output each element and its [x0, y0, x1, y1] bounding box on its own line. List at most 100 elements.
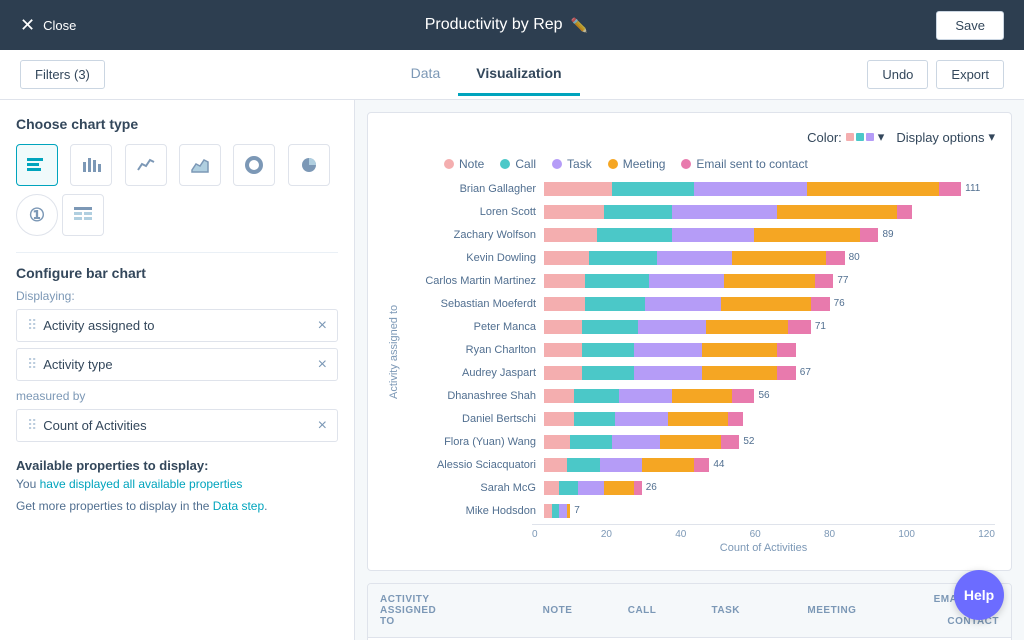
- close-label: Close: [43, 18, 76, 33]
- bar-chart-main: Activity assigned to Brian Gallagher111L…: [384, 179, 995, 524]
- available-desc-link[interactable]: have displayed all available properties: [40, 477, 243, 491]
- bar-segment: [544, 274, 585, 288]
- chart-type-grid: [16, 144, 338, 186]
- chart-type-pie[interactable]: [288, 144, 330, 186]
- legend-label-task: Task: [567, 157, 592, 171]
- legend-label-call: Call: [515, 157, 536, 171]
- bar-label: Alessio Sciacquatori: [404, 459, 544, 471]
- field-tag-left-3: ⠿ Count of Activities: [27, 417, 147, 434]
- field-tag-count[interactable]: ⠿ Count of Activities ×: [16, 409, 338, 442]
- bar-segment: [672, 205, 777, 219]
- bar-segment: [582, 320, 638, 334]
- chart-type-bar-vertical[interactable]: [70, 144, 112, 186]
- bar-segment: [544, 412, 574, 426]
- bar-segment: [544, 297, 585, 311]
- configure-bar-chart-title: Configure bar chart: [16, 265, 338, 281]
- bar-row: Sarah McG26: [404, 478, 995, 498]
- bar-row: Brian Gallagher111: [404, 179, 995, 199]
- tab-bar: Data Visualization: [393, 53, 580, 96]
- bar-track: 26: [544, 481, 995, 495]
- legend-dot-task: [552, 159, 562, 169]
- chart-type-number[interactable]: ①: [16, 194, 58, 236]
- bar-row: Audrey Jaspart67: [404, 363, 995, 383]
- displaying-label: Displaying:: [16, 289, 338, 303]
- right-panel: Color: ▾ Display options ▾ Not: [355, 100, 1024, 640]
- edit-icon[interactable]: ✏️: [571, 17, 588, 34]
- legend-email: Email sent to contact: [681, 157, 807, 171]
- toolbar-left: Filters (3): [20, 60, 105, 89]
- bar-label: Peter Manca: [404, 321, 544, 333]
- bar-track: 71: [544, 320, 995, 334]
- data-step-link[interactable]: Data step: [213, 499, 264, 513]
- close-icon: ✕: [20, 15, 35, 36]
- area-chart-icon: [190, 156, 210, 174]
- close-button[interactable]: ✕ Close: [20, 15, 76, 36]
- display-options-button[interactable]: Display options ▾: [896, 129, 995, 145]
- bar-label: Audrey Jaspart: [404, 367, 544, 379]
- bar-segment: [672, 228, 755, 242]
- bar-segment: [728, 412, 743, 426]
- bar-segment: [642, 458, 695, 472]
- bar-track: 44: [544, 458, 995, 472]
- tab-visualization[interactable]: Visualization: [458, 53, 579, 96]
- get-more-post: .: [264, 499, 267, 513]
- help-button[interactable]: Help: [954, 570, 1004, 620]
- get-more: Get more properties to display in the Da…: [16, 499, 338, 513]
- measured-by-label: measured by: [16, 389, 338, 403]
- bar-segment: [706, 320, 789, 334]
- save-button[interactable]: Save: [936, 11, 1004, 40]
- field-tag-left-1: ⠿ Activity assigned to: [27, 317, 155, 334]
- chart-type-row2: ①: [16, 194, 338, 236]
- bar-segment: [585, 297, 645, 311]
- bar-value: 111: [965, 182, 980, 196]
- chart-type-bar-horizontal[interactable]: [16, 144, 58, 186]
- export-button[interactable]: Export: [936, 60, 1004, 89]
- bar-segment: [559, 481, 578, 495]
- bar-segment: [694, 458, 709, 472]
- bar-segment: [544, 366, 582, 380]
- undo-button[interactable]: Undo: [867, 60, 928, 89]
- bar-label: Ryan Charlton: [404, 344, 544, 356]
- chart-legend: Note Call Task Meeting Email sent to con…: [384, 153, 995, 179]
- bar-segment: [544, 205, 604, 219]
- bar-segment: [559, 504, 567, 518]
- chart-type-area[interactable]: [179, 144, 221, 186]
- field-tag-activity-assigned[interactable]: ⠿ Activity assigned to ×: [16, 309, 338, 342]
- bar-segment: [544, 435, 570, 449]
- bar-segment: [939, 182, 962, 196]
- bar-value: 76: [834, 297, 845, 311]
- bar-segment: [777, 205, 897, 219]
- bar-row: Kevin Dowling80: [404, 248, 995, 268]
- chart-area: Color: ▾ Display options ▾ Not: [367, 112, 1012, 571]
- remove-field-3[interactable]: ×: [318, 418, 327, 434]
- bar-segment: [811, 297, 830, 311]
- bar-value: 56: [758, 389, 769, 403]
- bar-segment: [672, 389, 732, 403]
- available-title: Available properties to display:: [16, 458, 338, 473]
- field-tag-activity-type[interactable]: ⠿ Activity type ×: [16, 348, 338, 381]
- bar-segment: [544, 458, 567, 472]
- bar-segment: [754, 228, 859, 242]
- chart-type-line[interactable]: [125, 144, 167, 186]
- color-button[interactable]: Color: ▾: [807, 129, 884, 145]
- legend-dot-note: [444, 159, 454, 169]
- col-header-meeting: MEETING: [752, 584, 868, 638]
- legend-label-meeting: Meeting: [623, 157, 666, 171]
- bar-segment: [634, 481, 642, 495]
- chart-type-donut[interactable]: [233, 144, 275, 186]
- bar-row: Mike Hodsdon7: [404, 501, 995, 521]
- tab-data[interactable]: Data: [393, 53, 459, 96]
- chart-type-table[interactable]: [62, 194, 104, 236]
- drag-icon-3: ⠿: [27, 417, 37, 434]
- bar-segment: [660, 435, 720, 449]
- remove-field-1[interactable]: ×: [318, 318, 327, 334]
- legend-call: Call: [500, 157, 536, 171]
- remove-field-2[interactable]: ×: [318, 357, 327, 373]
- data-table: ACTIVITYASSIGNEDTO NOTE CALL TASK MEETIN…: [367, 583, 1012, 640]
- left-panel: Choose chart type: [0, 100, 355, 640]
- bar-segment: [649, 274, 724, 288]
- bar-row: Alessio Sciacquatori44: [404, 455, 995, 475]
- filters-button[interactable]: Filters (3): [20, 60, 105, 89]
- line-chart-icon: [136, 156, 156, 174]
- bar-segment: [619, 389, 672, 403]
